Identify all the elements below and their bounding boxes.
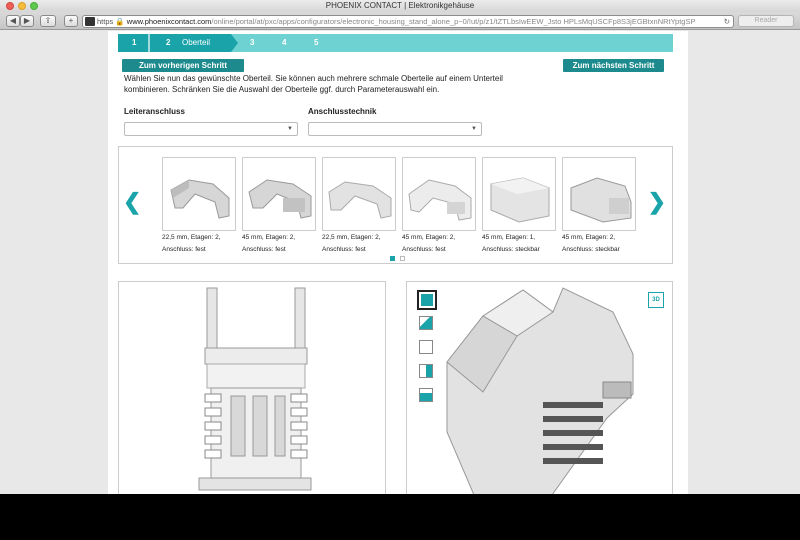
window-title: PHOENIX CONTACT | Elektronikgehäuse: [325, 1, 475, 10]
reload-icon[interactable]: ↻: [724, 16, 730, 27]
site-favicon-icon: [85, 17, 95, 26]
housing-top-thumbnail: [402, 157, 476, 231]
close-window-button[interactable]: [6, 2, 14, 10]
housing-top-thumbnail: [322, 157, 396, 231]
url-path: /online/portal/at/pxc/apps/configurators…: [211, 17, 696, 26]
share-icon: ⇪: [44, 16, 52, 25]
prev-step-button[interactable]: Zum vorherigen Schritt: [122, 59, 244, 72]
leiteranschluss-label: Leiteranschluss: [124, 107, 185, 116]
item-caption-line2: Anschluss: fest: [162, 246, 206, 253]
carousel-item[interactable]: 45 mm, Etagen: 2, Anschluss: fest: [402, 157, 476, 255]
step-1[interactable]: 1: [132, 34, 136, 52]
carousel-item[interactable]: 22,5 mm, Etagen: 2, Anschluss: fest: [322, 157, 396, 255]
3d-view-panel: 3D: [406, 281, 673, 494]
housing-3d-view-drawing: [446, 287, 634, 494]
housing-top-thumbnail: [562, 157, 636, 231]
https-label: https: [97, 17, 114, 26]
step-2[interactable]: 2: [166, 34, 170, 52]
item-caption-line2: Anschluss: steckbar: [482, 246, 540, 253]
item-caption-line1: 45 mm, Etagen: 2,: [402, 234, 456, 241]
item-caption-line2: Anschluss: fest: [402, 246, 446, 253]
item-caption-line1: 22,5 mm, Etagen: 2,: [322, 234, 381, 241]
item-caption-line1: 45 mm, Etagen: 2,: [242, 234, 296, 241]
item-caption-line1: 45 mm, Etagen: 1,: [482, 234, 536, 241]
plus-icon: +: [68, 16, 74, 25]
item-caption-line2: Anschluss: fest: [322, 246, 366, 253]
share-button[interactable]: ⇪: [40, 15, 56, 27]
housing-front-view-drawing: [198, 287, 312, 491]
url-domain: www.phoenixcontact.com: [126, 17, 212, 26]
housing-top-thumbnail: [242, 157, 316, 231]
step-3[interactable]: 3: [250, 34, 254, 52]
browser-window: PHOENIX CONTACT | Elektronikgehäuse ◀ ▶ …: [0, 0, 800, 494]
forward-icon: ▶: [23, 16, 31, 25]
zoom-window-button[interactable]: [30, 2, 38, 10]
carousel-item[interactable]: 22,5 mm, Etagen: 2, Anschluss: fest: [162, 157, 236, 255]
carousel-page-dot[interactable]: [400, 256, 405, 261]
anschlusstechnik-select[interactable]: ▼: [308, 122, 482, 136]
step-5[interactable]: 5: [314, 34, 318, 52]
browser-toolbar: ◀ ▶ ⇪ + https 🔒 www.phoenixcontact.com/o…: [0, 12, 800, 30]
chevron-down-icon: ▼: [471, 126, 477, 132]
housing-top-thumbnail: [482, 157, 556, 231]
new-tab-button[interactable]: +: [64, 15, 78, 27]
carousel-item[interactable]: 45 mm, Etagen: 1, Anschluss: steckbar: [482, 157, 556, 255]
item-caption-line2: Anschluss: steckbar: [562, 246, 620, 253]
front-view-panel: [118, 281, 386, 494]
minimize-window-button[interactable]: [18, 2, 26, 10]
carousel-page-dot-active[interactable]: [390, 256, 395, 261]
reader-button[interactable]: Reader: [738, 15, 794, 27]
back-button[interactable]: ◀: [6, 15, 20, 27]
housing-top-thumbnail: [162, 157, 236, 231]
item-caption-line1: 22,5 mm, Etagen: 2,: [162, 234, 221, 241]
carousel-prev-chevron-icon[interactable]: ❮: [123, 189, 141, 215]
carousel-next-chevron-icon[interactable]: ❯: [648, 189, 666, 215]
configurator-page: 1 2 Oberteil 3 4 5 Zum vorherigen Schrit…: [108, 31, 688, 494]
step-2-label: Oberteil: [182, 38, 211, 47]
step-divider: [148, 34, 150, 52]
chevron-down-icon: ▼: [287, 126, 293, 132]
carousel-item[interactable]: 45 mm, Etagen: 2, Anschluss: fest: [242, 157, 316, 255]
top-part-carousel: ❮ ❯ 22,5 mm, Etagen: 2, Anschluss: fest …: [118, 146, 673, 264]
lock-icon: 🔒: [113, 17, 127, 26]
carousel-item[interactable]: 45 mm, Etagen: 2, Anschluss: steckbar: [562, 157, 636, 255]
item-caption-line2: Anschluss: fest: [242, 246, 286, 253]
step-4[interactable]: 4: [282, 34, 286, 52]
title-bar: PHOENIX CONTACT | Elektronikgehäuse: [0, 0, 800, 12]
address-bar[interactable]: https 🔒 www.phoenixcontact.com/online/po…: [82, 15, 734, 28]
forward-button[interactable]: ▶: [20, 15, 34, 27]
intro-text: Wählen Sie nun das gewünschte Oberteil. …: [124, 74, 503, 94]
back-icon: ◀: [9, 16, 17, 25]
step-progress-bar: 1 2 Oberteil 3 4 5: [118, 34, 673, 52]
leiteranschluss-select[interactable]: ▼: [124, 122, 298, 136]
anschlusstechnik-label: Anschlusstechnik: [308, 107, 377, 116]
next-step-button[interactable]: Zum nächsten Schritt: [563, 59, 664, 72]
item-caption-line1: 45 mm, Etagen: 2,: [562, 234, 616, 241]
